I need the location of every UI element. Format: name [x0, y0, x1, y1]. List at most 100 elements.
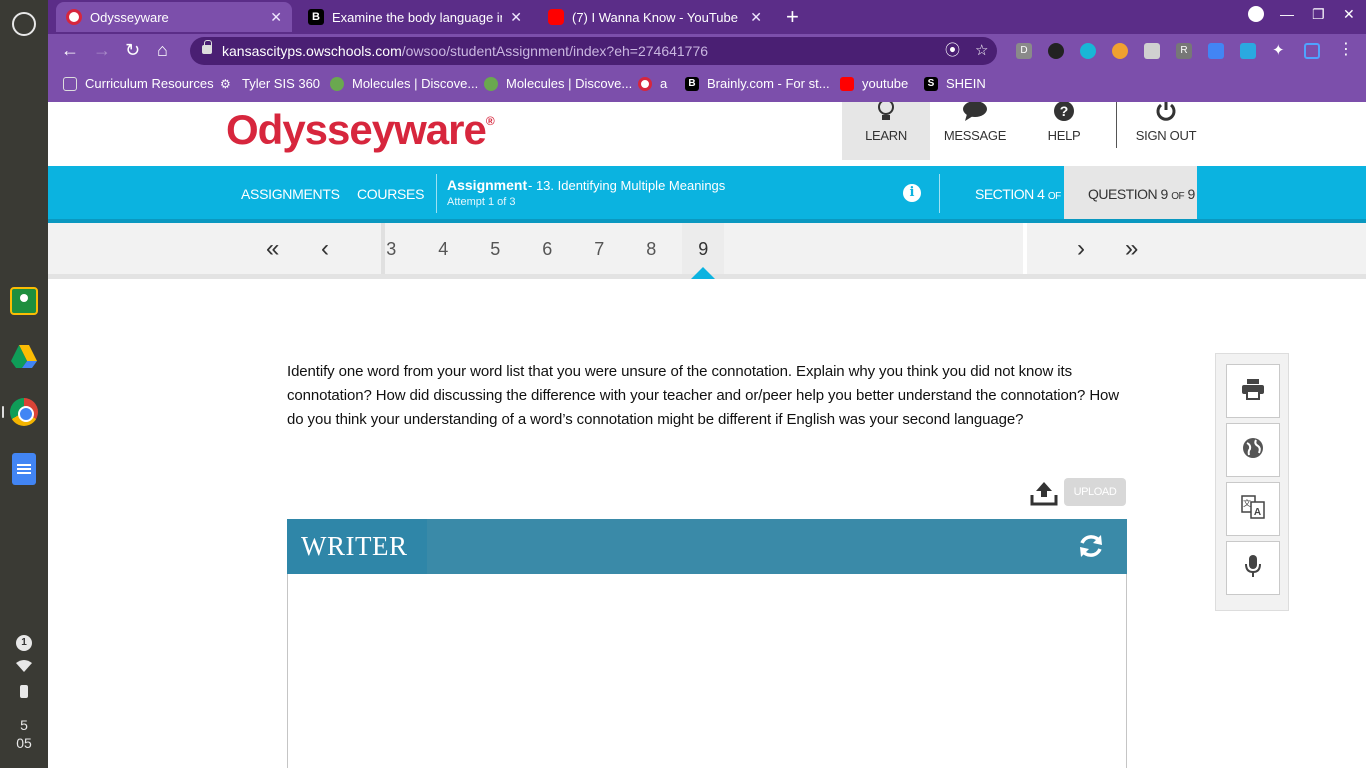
globe-icon	[1242, 437, 1264, 464]
minimize-icon[interactable]: —	[1280, 6, 1294, 22]
navigator-gap	[1023, 223, 1027, 274]
home-icon[interactable]: ⌂	[157, 40, 168, 61]
cast-icon[interactable]	[1304, 43, 1320, 59]
question-number-9[interactable]: 9	[688, 239, 718, 260]
microphone-button[interactable]	[1226, 541, 1280, 595]
globe-button[interactable]	[1226, 423, 1280, 477]
extension-printer-icon[interactable]	[1144, 43, 1160, 59]
power-icon	[1153, 102, 1179, 124]
bookmark-curriculum-resources[interactable]: Curriculum Resources	[63, 76, 214, 91]
bookmark-label: Molecules | Discove...	[506, 76, 633, 91]
bookmark-brainly[interactable]: B Brainly.com - For st...	[685, 76, 830, 91]
extension-shield-icon[interactable]	[1080, 43, 1096, 59]
google-classroom-icon[interactable]	[10, 287, 38, 315]
attempt-counter: Attempt 1 of 3	[447, 196, 516, 208]
nav-sign-out[interactable]: SIGN OUT	[1122, 102, 1210, 160]
extension-person-icon[interactable]	[1240, 43, 1256, 59]
tab-odysseyware[interactable]: Odysseyware ✕	[56, 2, 292, 32]
close-tab-icon[interactable]: ✕	[510, 9, 522, 26]
extensions-puzzle-icon[interactable]: ✦	[1272, 43, 1288, 59]
bookmark-youtube[interactable]: youtube	[840, 76, 908, 91]
nav-learn[interactable]: LEARN	[842, 102, 930, 160]
svg-text:A: A	[1254, 507, 1261, 518]
question-number-8[interactable]: 8	[636, 239, 666, 260]
google-drive-icon[interactable]	[10, 342, 38, 370]
brainly-favicon: B	[308, 9, 324, 25]
svg-text:文: 文	[1243, 498, 1251, 508]
browser-menu-icon[interactable]: ⋮	[1338, 42, 1354, 59]
address-bar[interactable]: kansascityps.owschools.com/owsoo/student…	[190, 37, 997, 65]
bookmark-shein[interactable]: S SHEIN	[924, 76, 986, 91]
section-of: OF	[1047, 191, 1061, 202]
tab-youtube[interactable]: (7) I Wanna Know - YouTube ✕	[538, 2, 772, 32]
extension-owl-icon[interactable]	[1048, 43, 1064, 59]
question-prompt: Identify one word from your word list th…	[287, 363, 1120, 428]
battery-icon[interactable]	[20, 685, 28, 698]
upload-icon[interactable]	[1030, 480, 1058, 506]
launcher-icon[interactable]	[12, 12, 36, 36]
bookmark-molecules-2[interactable]: Molecules | Discove...	[484, 76, 632, 91]
upload-button[interactable]: UPLOAD	[1064, 478, 1126, 506]
lock-icon	[202, 40, 212, 54]
translate-button[interactable]: A文	[1226, 482, 1280, 536]
question-number-4[interactable]: 4	[428, 239, 458, 260]
google-translate-extension-icon[interactable]	[1208, 43, 1224, 59]
url-path: /owsoo/studentAssignment/index?eh=274641…	[401, 43, 709, 59]
courses-link[interactable]: COURSES	[357, 186, 424, 202]
extension-r-icon[interactable]: R	[1176, 43, 1192, 59]
close-tab-icon[interactable]: ✕	[750, 9, 762, 26]
maximize-icon[interactable]: ❐	[1312, 6, 1325, 23]
close-window-icon[interactable]: ✕	[1343, 6, 1355, 23]
refresh-icon[interactable]	[1077, 532, 1105, 560]
google-docs-icon[interactable]	[12, 453, 36, 485]
location-icon[interactable]: ⦿	[945, 37, 960, 65]
chrome-icon[interactable]	[10, 398, 38, 426]
question-number-6[interactable]: 6	[532, 239, 562, 260]
extension-d-icon[interactable]: D	[1016, 43, 1032, 59]
odysseyware-logo[interactable]: Odysseyware®	[226, 106, 495, 154]
reload-icon[interactable]: ↻	[125, 40, 140, 61]
question-mark-icon: ?	[1051, 102, 1077, 124]
next-question-icon[interactable]: ›	[1077, 235, 1085, 263]
bookmark-tyler-sis[interactable]: ⚙ Tyler SIS 360	[220, 76, 320, 91]
new-tab-icon[interactable]: +	[786, 4, 799, 30]
nav-help[interactable]: ? HELP	[1020, 102, 1108, 160]
info-icon[interactable]: i	[903, 184, 921, 202]
tab-brainly[interactable]: B Examine the body language in e ✕	[298, 2, 532, 32]
question-number-3[interactable]: 3	[376, 239, 406, 260]
globe-icon	[330, 76, 344, 91]
bookmark-label: youtube	[862, 76, 909, 91]
print-button[interactable]	[1226, 364, 1280, 418]
tools-panel: A文	[1215, 353, 1289, 611]
bookmark-a[interactable]: a	[638, 76, 667, 91]
wifi-icon[interactable]	[16, 660, 32, 675]
bookmark-star-icon[interactable]: ☆	[975, 37, 988, 65]
question-number-5[interactable]: 5	[480, 239, 510, 260]
nav-label: MESSAGE	[943, 128, 1007, 143]
section-current: 4	[1037, 186, 1045, 202]
first-question-icon[interactable]: «	[266, 235, 279, 263]
lightbulb-icon	[873, 102, 899, 124]
nav-message[interactable]: MESSAGE	[931, 102, 1019, 160]
assignments-link[interactable]: ASSIGNMENTS	[241, 186, 340, 202]
notification-count-badge[interactable]: 1	[16, 635, 32, 651]
question-of: OF	[1171, 191, 1185, 202]
last-question-icon[interactable]: »	[1125, 235, 1138, 263]
odysseyware-favicon	[638, 76, 652, 91]
tab-search-icon[interactable]	[1248, 6, 1264, 22]
bookmarks-bar: Curriculum Resources ⚙ Tyler SIS 360 Mole…	[48, 68, 1366, 102]
writer-editor[interactable]: WRITER	[287, 519, 1127, 768]
system-clock[interactable]: 5 05	[0, 716, 48, 752]
close-tab-icon[interactable]: ✕	[270, 9, 282, 26]
clock-hour: 5	[20, 717, 28, 733]
question-number-7[interactable]: 7	[584, 239, 614, 260]
back-icon[interactable]: ←	[61, 40, 79, 61]
previous-question-icon[interactable]: ‹	[321, 235, 329, 263]
translate-icon: A文	[1241, 494, 1265, 524]
browser-window: Odysseyware ✕ B Examine the body languag…	[48, 0, 1366, 102]
extension-coin-icon[interactable]	[1112, 43, 1128, 59]
nav-label: SIGN OUT	[1135, 128, 1197, 143]
question-indicator-box: QUESTION 9 OF 9	[1064, 166, 1197, 219]
bookmark-molecules-1[interactable]: Molecules | Discove...	[330, 76, 478, 91]
forward-icon[interactable]: →	[93, 40, 111, 61]
